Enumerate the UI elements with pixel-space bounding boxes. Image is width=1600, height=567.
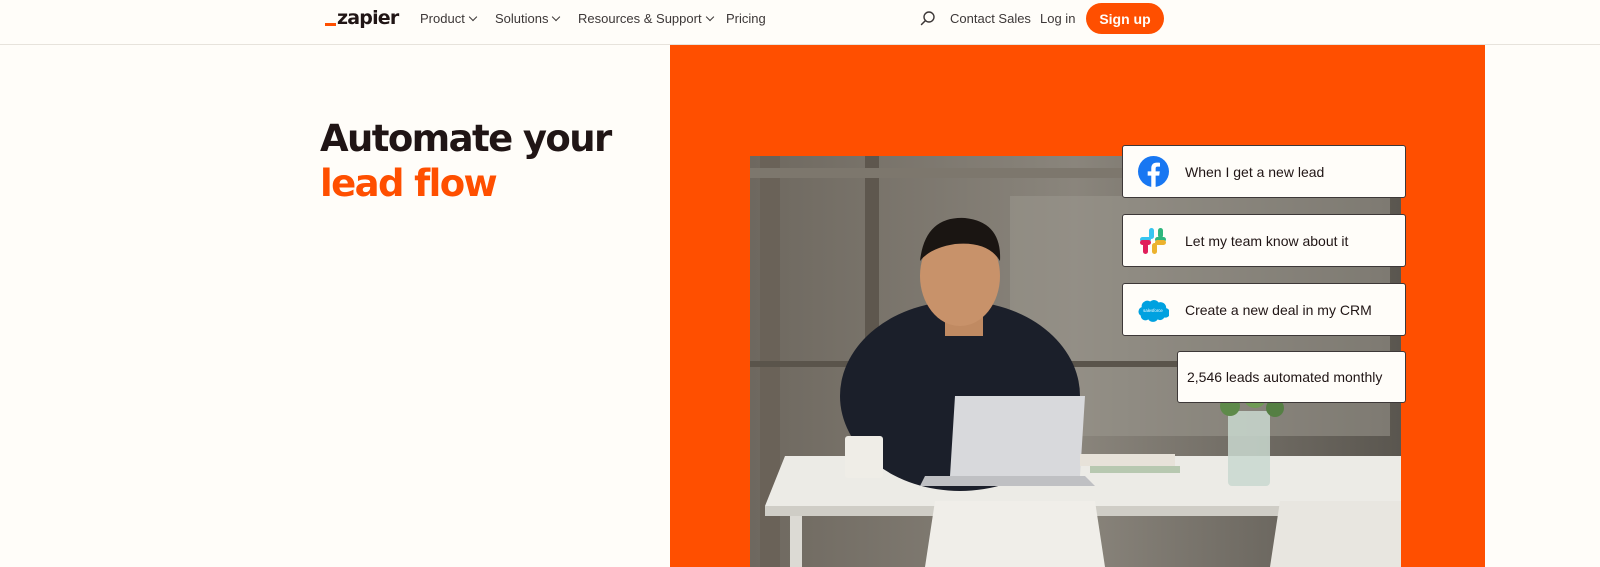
chevron-down-icon: [705, 12, 714, 21]
nav-solutions-label: Solutions: [495, 11, 549, 26]
search-icon[interactable]: [920, 10, 936, 26]
signup-button[interactable]: Sign up: [1086, 3, 1164, 34]
chevron-down-icon: [552, 12, 561, 21]
nav-product[interactable]: Product: [420, 11, 478, 26]
salesforce-icon: salesforce: [1137, 294, 1169, 326]
leads-stat-text: 2,546 leads automated monthly: [1187, 369, 1383, 385]
leads-stat-badge: 2,546 leads automated monthly: [1177, 351, 1406, 403]
nav-pricing[interactable]: Pricing: [726, 11, 766, 26]
slack-icon: [1137, 225, 1169, 257]
contact-sales-label: Contact Sales: [950, 11, 1031, 26]
hero-headline: Automate your lead flow: [320, 116, 612, 206]
nav-product-label: Product: [420, 11, 465, 26]
card-label: Create a new deal in my CRM: [1185, 301, 1372, 318]
zapier-logo[interactable]: zapier: [325, 6, 399, 30]
nav-solutions[interactable]: Solutions: [495, 11, 561, 26]
salesforce-logo-text: salesforce: [1143, 307, 1163, 312]
contact-sales-link[interactable]: Contact Sales: [950, 11, 1031, 26]
nav-resources-label: Resources & Support: [578, 11, 702, 26]
headline-line-1: Automate your: [320, 117, 612, 160]
chevron-down-icon: [468, 12, 478, 21]
card-label: When I get a new lead: [1185, 163, 1325, 180]
workflow-card-notify: Let my team know about it: [1122, 214, 1406, 267]
facebook-icon: [1137, 156, 1169, 188]
nav-pricing-label: Pricing: [726, 11, 766, 26]
logo-underscore: [325, 23, 336, 26]
workflow-card-trigger: When I get a new lead: [1122, 145, 1406, 198]
headline-line-2: lead flow: [320, 162, 498, 205]
card-label: Let my team know about it: [1185, 232, 1349, 249]
login-link[interactable]: Log in: [1040, 11, 1075, 26]
logo-text: zapier: [337, 7, 399, 29]
workflow-card-crm: salesforce Create a new deal in my CRM: [1122, 283, 1406, 336]
nav-resources-support[interactable]: Resources & Support: [578, 11, 714, 26]
site-header: zapier Product Solutions Resources & Sup…: [0, 0, 1600, 45]
login-label: Log in: [1040, 11, 1076, 26]
